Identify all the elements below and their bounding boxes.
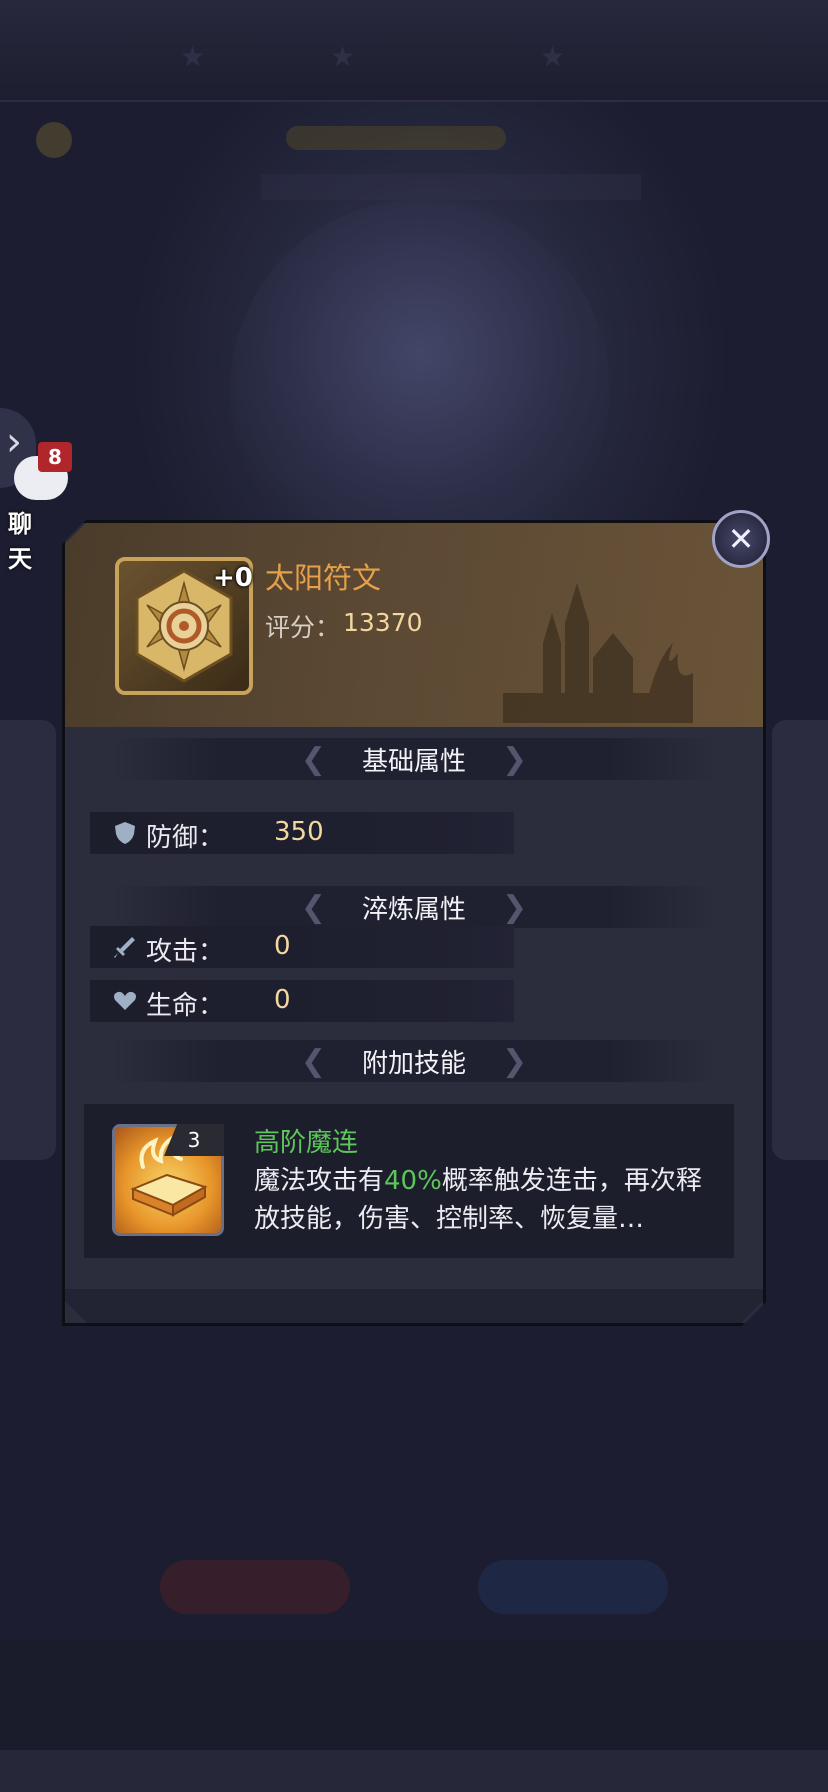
sword-icon xyxy=(114,937,135,958)
modal-header: +0 太阳符文 评分： 13370 xyxy=(65,523,763,727)
stat-label: 攻击： xyxy=(146,937,225,967)
section-title-label: 附加技能 xyxy=(361,1048,466,1079)
modal-footer-strip xyxy=(65,1289,763,1323)
section-title-label: 基础属性 xyxy=(361,746,466,777)
background-left-panel xyxy=(0,720,56,1160)
background-red-button xyxy=(160,1560,350,1614)
stat-value: 0 xyxy=(274,985,291,1015)
star-decoration-icon: ★ xyxy=(540,40,566,73)
background-header xyxy=(36,112,796,202)
heart-icon xyxy=(114,991,136,1010)
stat-value: 350 xyxy=(274,817,324,847)
stat-row-hp: 生命： 0 xyxy=(90,980,514,1022)
background-info-bar xyxy=(261,174,641,200)
section-right-ornament-icon: ❯ xyxy=(502,889,528,925)
background-bottom-bar xyxy=(0,1640,828,1750)
background-top-bar xyxy=(0,0,828,102)
chevron-right-icon: › xyxy=(6,419,22,465)
chat-unread-badge: 8 xyxy=(38,442,72,472)
skill-card[interactable]: 3 高阶魔连 魔法攻击有40%概率触发连击，再次释放技能，伤害、控制率、恢复量… xyxy=(84,1104,734,1258)
background-title-bar xyxy=(286,126,506,150)
stat-row-attack: 攻击： 0 xyxy=(90,926,514,968)
item-score-label: 评分： xyxy=(265,613,341,642)
stat-label: 防御： xyxy=(146,823,225,853)
close-button[interactable]: ✕ xyxy=(712,510,770,568)
section-title-skill: ❮ 附加技能 ❯ xyxy=(112,1040,716,1082)
skill-desc-prefix: 魔法攻击有 xyxy=(254,1166,385,1196)
background-bottom-band xyxy=(0,1750,828,1792)
section-title-base: ❮ 基础属性 ❯ xyxy=(112,738,716,780)
item-enhance-level: +0 xyxy=(213,563,253,593)
section-title-label: 淬炼属性 xyxy=(361,894,466,925)
item-score-value: 13370 xyxy=(343,608,423,637)
star-decoration-icon: ★ xyxy=(180,40,206,73)
stat-label: 生命： xyxy=(146,991,225,1021)
background-right-panel xyxy=(772,720,828,1160)
skill-description: 魔法攻击有40%概率触发连击，再次释放技能，伤害、控制率、恢复量… xyxy=(254,1162,714,1238)
item-name: 太阳符文 xyxy=(265,561,382,595)
skill-desc-highlight: 40% xyxy=(384,1166,442,1196)
section-right-ornament-icon: ❯ xyxy=(502,741,528,777)
close-icon: ✕ xyxy=(727,520,755,558)
section-left-ornament-icon: ❮ xyxy=(300,741,326,777)
section-left-ornament-icon: ❮ xyxy=(300,889,326,925)
item-detail-modal: +0 太阳符文 评分： 13370 ✕ ❮ 基础属性 ❯ 防御： 350 ❮ 淬… xyxy=(62,510,770,1326)
star-decoration-icon: ★ xyxy=(330,40,356,73)
skill-name: 高阶魔连 xyxy=(254,1128,359,1158)
stat-value: 0 xyxy=(274,931,291,961)
section-title-refine: ❮ 淬炼属性 ❯ xyxy=(112,886,716,928)
background-blue-button xyxy=(478,1560,668,1614)
shield-icon xyxy=(115,822,135,844)
section-right-ornament-icon: ❯ xyxy=(502,1043,528,1079)
section-left-ornament-icon: ❮ xyxy=(300,1043,326,1079)
castle-silhouette-icon xyxy=(503,583,693,723)
chat-widget[interactable]: › 8 聊 天 xyxy=(0,408,80,573)
background-avatar xyxy=(36,122,72,158)
stat-row-defense: 防御： 350 xyxy=(90,812,514,854)
